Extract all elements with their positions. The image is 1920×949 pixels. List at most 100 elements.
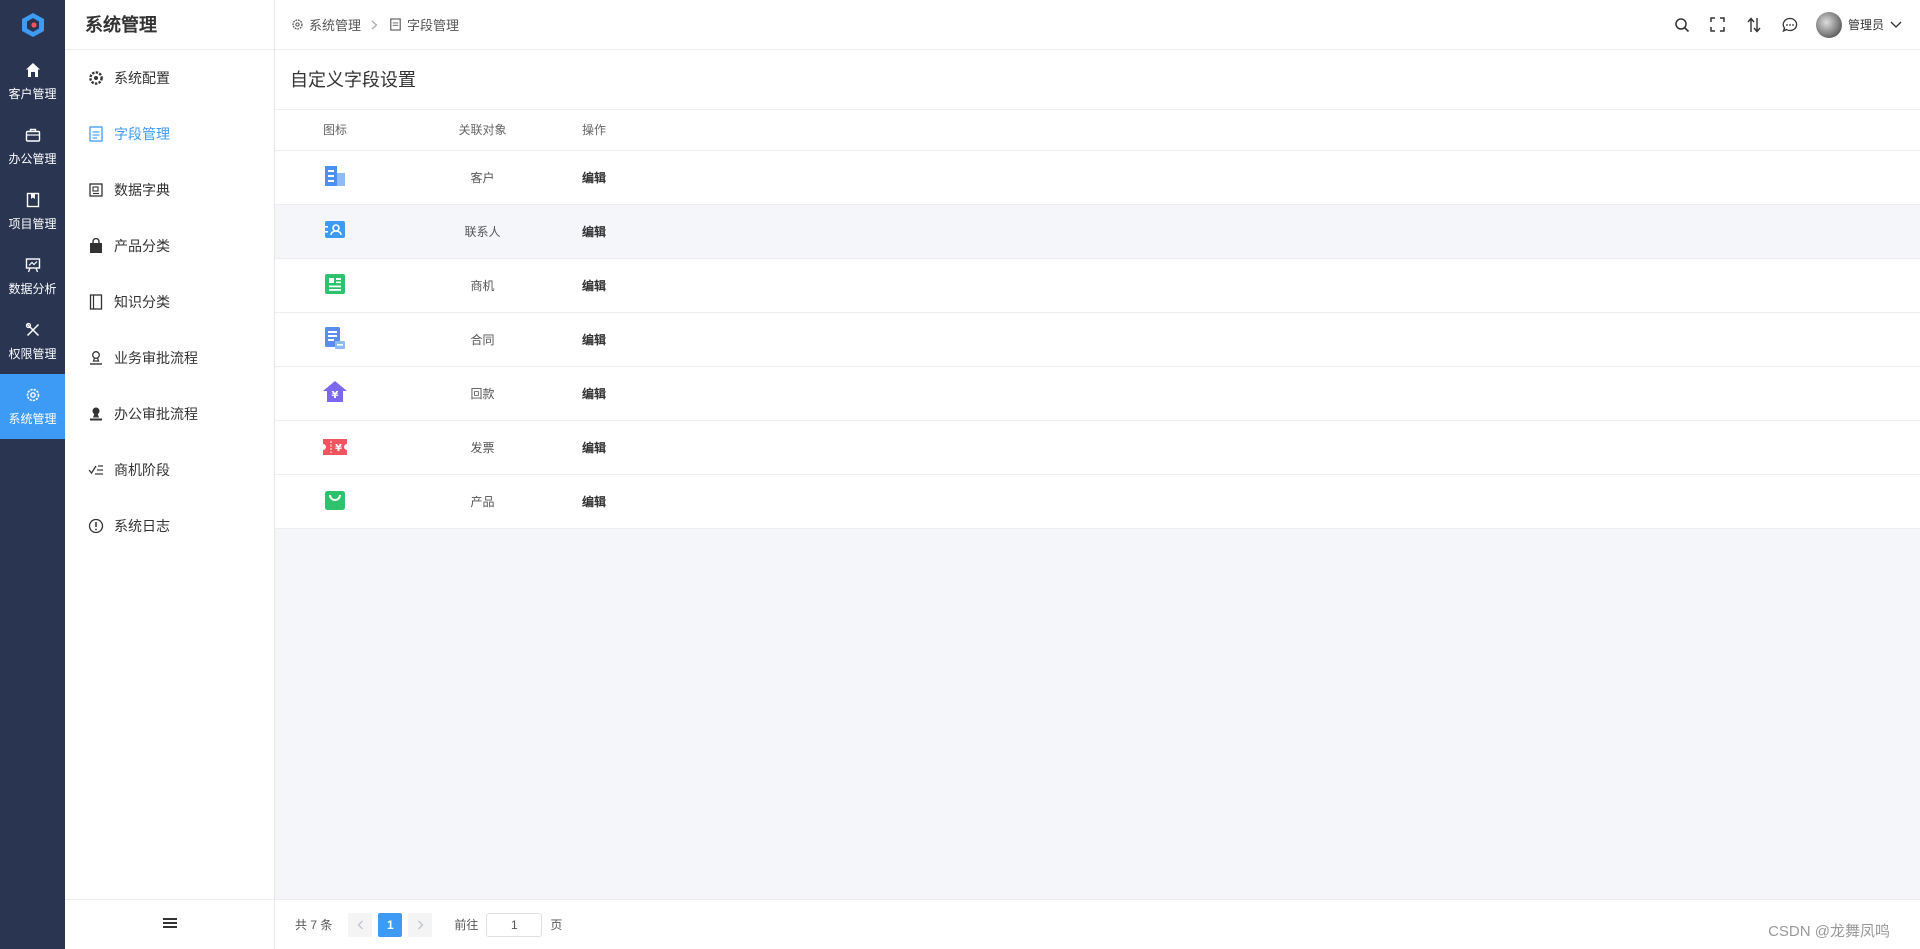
column-header-action: 操作 (570, 110, 640, 151)
rail-item-label: 客户管理 (8, 87, 57, 101)
user-menu[interactable]: 管理员 (1815, 11, 1902, 38)
briefcase-icon (24, 126, 42, 144)
invoice-icon: ¥ (322, 434, 348, 460)
gear-icon (290, 18, 304, 32)
sidebar-item-label: 系统日志 (114, 518, 170, 534)
table-header-row: 图标 关联对象 操作 (275, 110, 1920, 151)
sidebar-item-data-dictionary[interactable]: 数据字典 (65, 162, 274, 218)
edit-button[interactable]: 编辑 (582, 441, 606, 455)
main-content: 自定义字段设置 图标 关联对象 操作 客户 编辑 联系人 编辑 商机 编辑 合同… (275, 50, 1920, 899)
document-icon (388, 18, 402, 32)
header-toolbar: 管理员 (1656, 11, 1920, 38)
avatar (1815, 11, 1842, 38)
edit-button[interactable]: 编辑 (582, 171, 606, 185)
table-row: 商机 编辑 (275, 258, 1920, 313)
rail-item-permission[interactable]: 权限管理 (0, 309, 65, 374)
chevron-right-icon (417, 920, 424, 930)
edit-button[interactable]: 编辑 (582, 333, 606, 347)
watermark: CSDN @龙舞凤鸣 (1768, 923, 1890, 940)
rail-item-analytics[interactable]: 数据分析 (0, 244, 65, 309)
chart-board-icon (24, 256, 42, 274)
sidebar-title: 系统管理 (65, 0, 274, 50)
column-header-spacer (640, 110, 1920, 151)
goto-page-input[interactable] (486, 912, 543, 937)
object-name: 合同 (395, 312, 570, 367)
sidebar-item-business-approval[interactable]: 业务审批流程 (65, 330, 274, 386)
sidebar-item-system-log[interactable]: 系统日志 (65, 498, 274, 554)
breadcrumb: 系统管理 字段管理 (275, 15, 459, 34)
column-header-object: 关联对象 (395, 110, 570, 151)
sort-arrows-icon[interactable] (1744, 15, 1764, 35)
rail-item-system[interactable]: 系统管理 (0, 374, 65, 439)
edit-button[interactable]: 编辑 (582, 225, 606, 239)
rail-item-office[interactable]: 办公管理 (0, 114, 65, 179)
edit-button[interactable]: 编辑 (582, 279, 606, 293)
sidebar-item-label: 办公审批流程 (114, 406, 198, 422)
stamp-icon (88, 350, 104, 366)
sidebar-collapse-button[interactable] (65, 899, 274, 949)
rail-item-customer[interactable]: 客户管理 (0, 49, 65, 114)
table-row: 联系人 编辑 (275, 204, 1920, 259)
sidebar-item-system-config[interactable]: 系统配置 (65, 50, 274, 106)
rail-item-label: 办公管理 (8, 152, 57, 166)
hamburger-icon (162, 916, 177, 934)
field-table: 图标 关联对象 操作 客户 编辑 联系人 编辑 商机 编辑 合同 编辑 ¥ 回款… (275, 110, 1920, 529)
document-icon (88, 126, 104, 142)
opportunity-icon (322, 271, 348, 297)
total-count: 共 7 条 (295, 918, 333, 932)
edit-button[interactable]: 编辑 (582, 495, 606, 509)
book-icon (24, 191, 42, 209)
gear-icon (88, 70, 104, 86)
home-icon (24, 61, 42, 79)
table-row: 客户 编辑 (275, 150, 1920, 205)
breadcrumb-item-system[interactable]: 系统管理 (309, 15, 361, 34)
rail-item-label: 系统管理 (8, 412, 57, 426)
app-logo[interactable] (0, 0, 65, 49)
gear-icon (24, 386, 42, 404)
edit-button[interactable]: 编辑 (582, 387, 606, 401)
payment-house-icon: ¥ (322, 379, 348, 405)
next-page-button[interactable] (408, 912, 433, 937)
fullscreen-icon[interactable] (1708, 15, 1728, 35)
sidebar-item-office-approval[interactable]: 办公审批流程 (65, 386, 274, 442)
info-circle-icon (88, 518, 104, 534)
object-name: 商机 (395, 258, 570, 313)
table-row: 合同 编辑 (275, 312, 1920, 367)
chevron-down-icon (1890, 21, 1902, 29)
goto-label: 前往 (454, 918, 479, 932)
sidebar-item-label: 字段管理 (114, 126, 170, 142)
sidebar-item-label: 数据字典 (114, 182, 170, 198)
page-number-button[interactable]: 1 (378, 912, 403, 937)
sidebar-item-knowledge-category[interactable]: 知识分类 (65, 274, 274, 330)
object-name: 联系人 (395, 204, 570, 259)
shopping-bag-icon (322, 487, 348, 513)
rail-item-project[interactable]: 项目管理 (0, 179, 65, 244)
check-list-icon (88, 462, 104, 478)
object-name: 产品 (395, 474, 570, 529)
notebook-icon (88, 294, 104, 310)
chevron-left-icon (357, 920, 364, 930)
building-icon (322, 163, 348, 189)
object-name: 回款 (395, 366, 570, 421)
bag-icon (88, 238, 104, 254)
tools-icon (24, 321, 42, 339)
sidebar-item-label: 系统配置 (114, 70, 170, 86)
search-icon[interactable] (1672, 15, 1692, 35)
contact-card-icon (322, 217, 348, 243)
sidebar: 系统管理 系统配置 字段管理 数据字典 产品分类 知识分类 业务审批流程 办公审… (65, 0, 275, 949)
sidebar-item-opportunity-stage[interactable]: 商机阶段 (65, 442, 274, 498)
pagination-bar: 共 7 条 1 前往 页 CSDN @龙舞凤鸣 (275, 899, 1920, 949)
rail-item-label: 数据分析 (8, 282, 57, 296)
page-suffix: 页 (550, 918, 563, 932)
sidebar-item-field-management[interactable]: 字段管理 (65, 106, 274, 162)
sidebar-item-label: 知识分类 (114, 294, 170, 310)
breadcrumb-item-field: 字段管理 (407, 18, 460, 33)
sidebar-item-product-category[interactable]: 产品分类 (65, 218, 274, 274)
table-row: ¥ 发票 编辑 (275, 420, 1920, 475)
message-icon[interactable] (1780, 15, 1800, 35)
sidebar-item-label: 商机阶段 (114, 462, 170, 478)
sidebar-item-label: 业务审批流程 (114, 350, 198, 366)
rail-item-label: 权限管理 (8, 347, 57, 361)
user-name: 管理员 (1847, 18, 1884, 32)
prev-page-button[interactable] (348, 912, 373, 937)
